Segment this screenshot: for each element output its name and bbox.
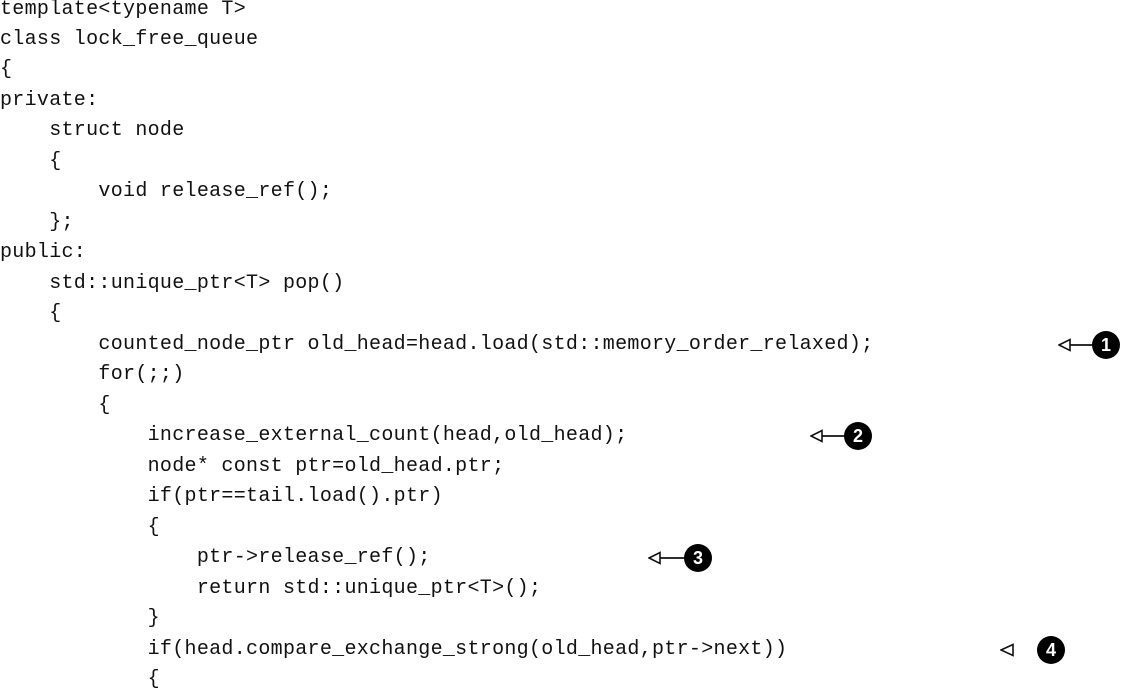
- callout-arrow-icon: [648, 551, 686, 565]
- code-line: public:: [0, 241, 87, 264]
- callout-3: 3: [648, 543, 716, 573]
- code-line: counted_node_ptr old_head=head.load(std:…: [0, 333, 874, 356]
- code-line: if(ptr==tail.load().ptr): [0, 485, 443, 508]
- code-line: {: [0, 58, 13, 81]
- callout-arrow-icon: [810, 429, 846, 443]
- callout-badge-3: 3: [684, 544, 712, 572]
- code-line: {: [0, 302, 62, 325]
- code-line: node* const ptr=old_head.ptr;: [0, 455, 505, 478]
- code-line: template<typename T>: [0, 0, 247, 21]
- code-line: for(;;): [0, 363, 185, 386]
- code-line: void release_ref();: [0, 180, 333, 203]
- callout-badge-1: 1: [1092, 331, 1120, 359]
- callout-arrow-icon: [1000, 643, 1014, 657]
- callout-4: 4: [1000, 635, 1068, 665]
- code-listing: template<typename T> class lock_free_que…: [0, 0, 1123, 693]
- code-line: increase_external_count(head,old_head);: [0, 424, 628, 447]
- code-line: {: [0, 150, 62, 173]
- code-line: private:: [0, 89, 99, 112]
- code-line: {: [0, 668, 160, 691]
- callout-1: 1: [1058, 330, 1123, 360]
- code-line: std::unique_ptr<T> pop(): [0, 272, 345, 295]
- callout-arrow-icon: [1058, 338, 1094, 352]
- code-line: return std::unique_ptr<T>();: [0, 577, 542, 600]
- code-line: }: [0, 607, 160, 630]
- callout-badge-4: 4: [1037, 636, 1065, 664]
- code-line: };: [0, 211, 74, 234]
- callout-2: 2: [810, 421, 878, 451]
- code-line: {: [0, 516, 160, 539]
- callout-badge-2: 2: [844, 422, 872, 450]
- code-line: if(head.compare_exchange_strong(old_head…: [0, 638, 788, 661]
- code-line: {: [0, 394, 111, 417]
- code-line: struct node: [0, 119, 185, 142]
- code-line: class lock_free_queue: [0, 28, 259, 51]
- code-line: ptr->release_ref();: [0, 546, 431, 569]
